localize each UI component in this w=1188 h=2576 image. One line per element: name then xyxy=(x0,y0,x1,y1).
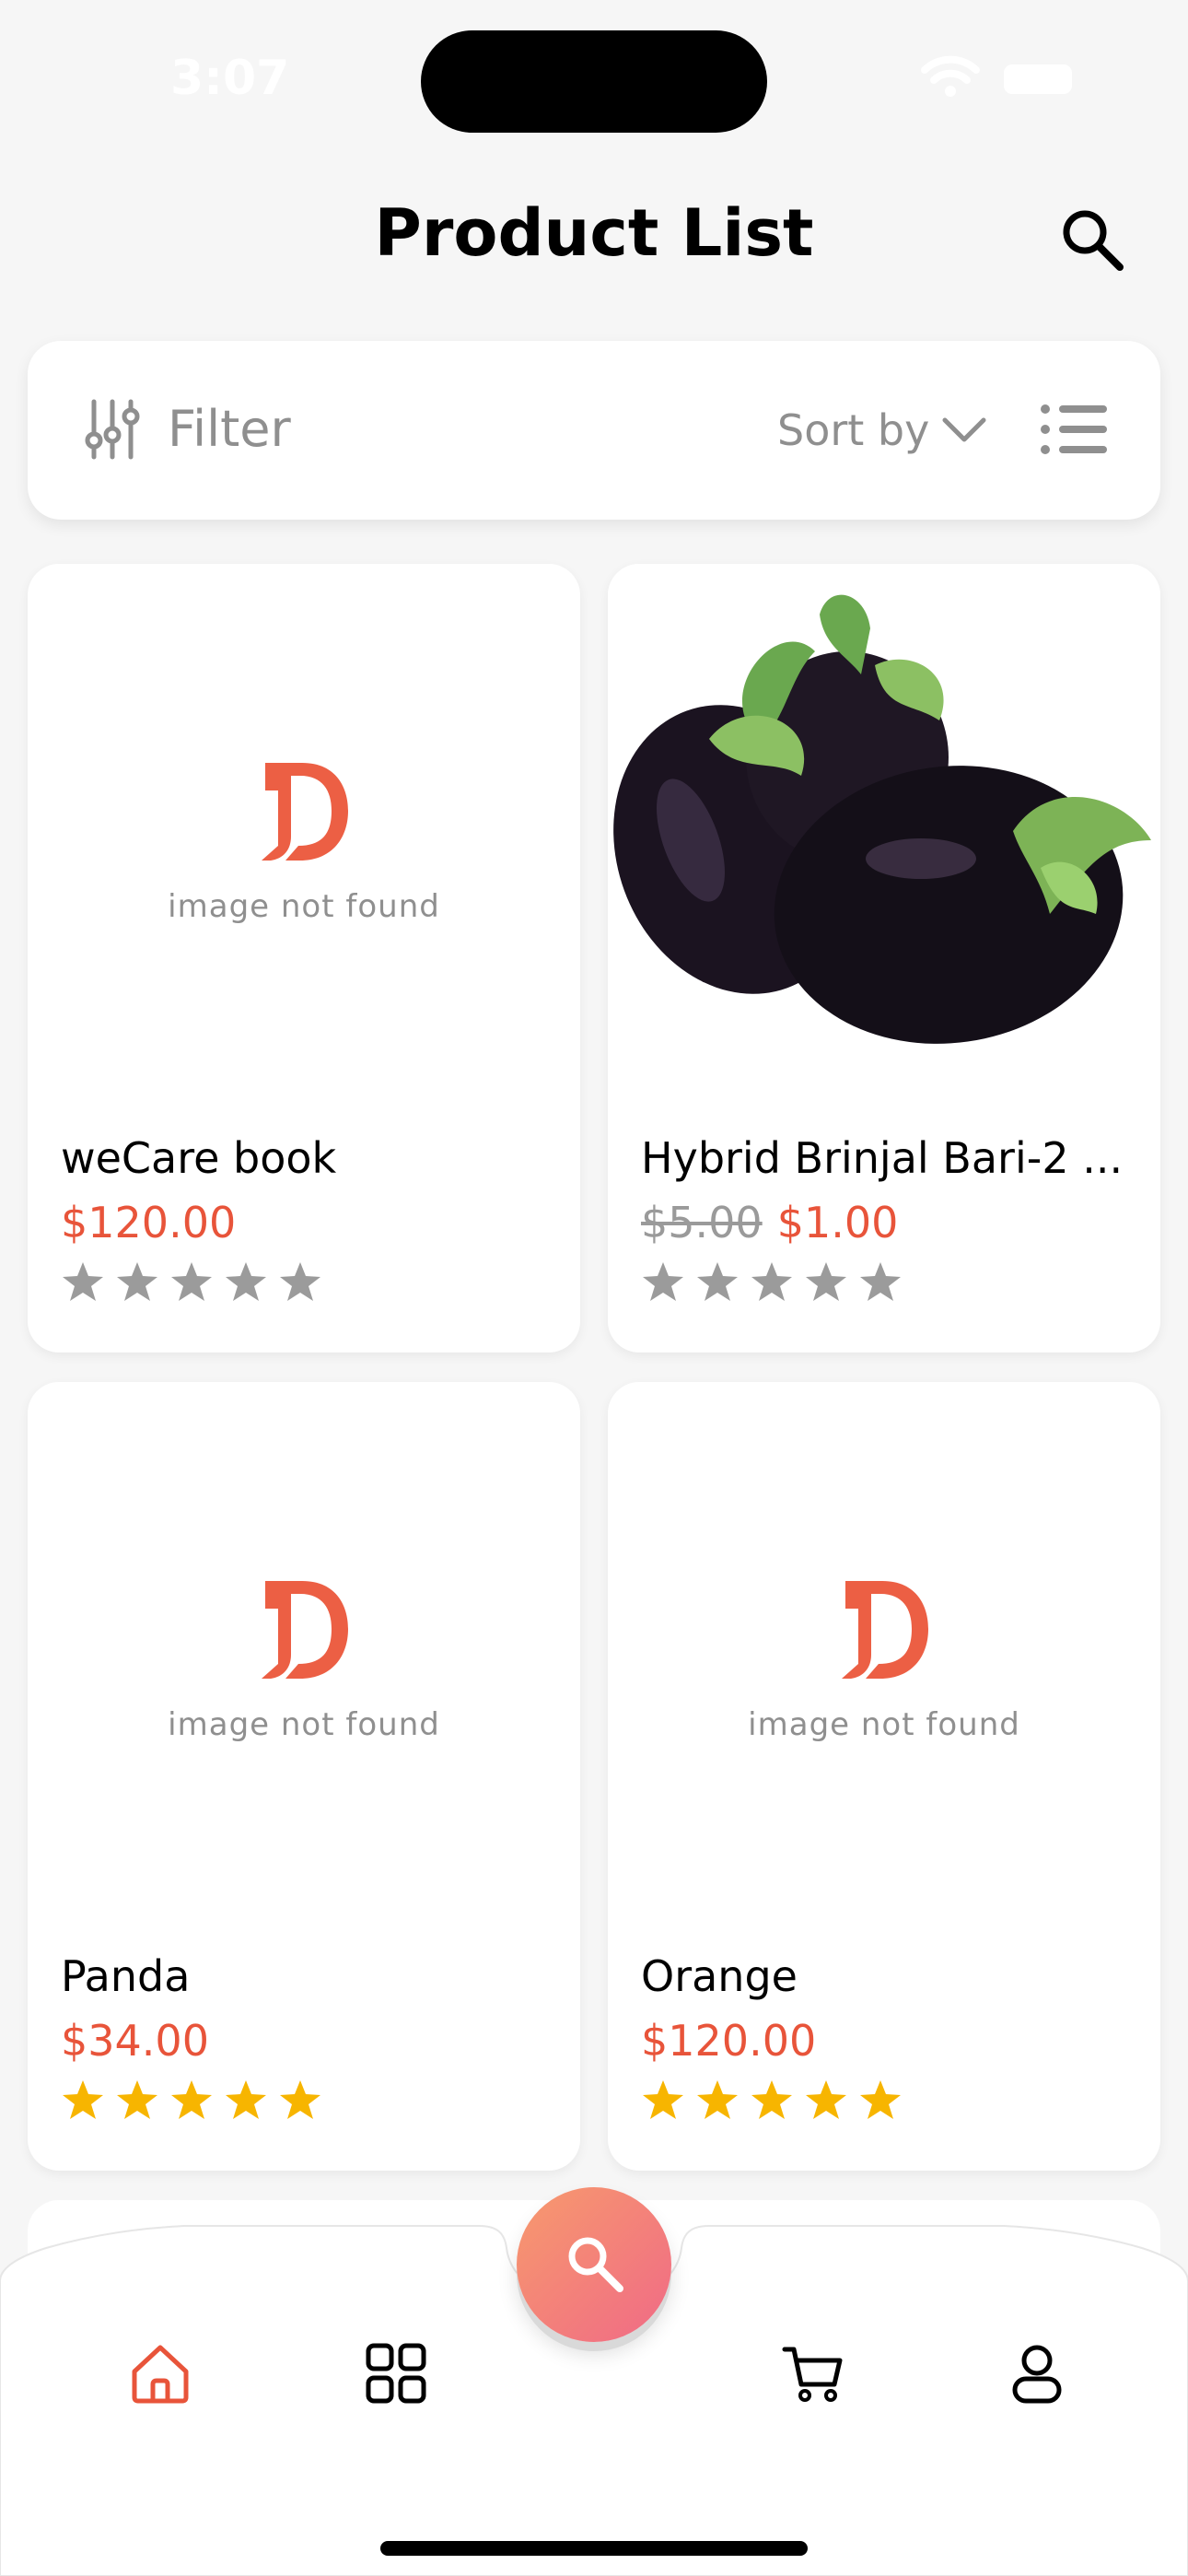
search-icon xyxy=(568,2237,623,2292)
star-empty-icon xyxy=(226,1262,266,1301)
star-filled-icon xyxy=(643,2080,683,2119)
star-empty-icon xyxy=(751,1262,792,1301)
product-image xyxy=(608,564,1160,1080)
star-empty-icon xyxy=(860,1262,901,1301)
dynamic-island xyxy=(421,30,767,133)
product-price: $1.00 xyxy=(776,1198,899,1247)
chevron-down-icon[interactable] xyxy=(939,411,989,448)
product-name: Orange xyxy=(641,1951,798,2001)
price-row: $120.00 xyxy=(641,2016,816,2066)
image-not-found-text: image not found xyxy=(748,1706,1020,1743)
product-name: Hybrid Brinjal Bari-2 ... xyxy=(641,1133,1124,1183)
filter-bar: Filter Sort by xyxy=(28,341,1160,520)
product-price: $120.00 xyxy=(641,2016,817,2066)
product-card[interactable]: image not found Orange $120.00 xyxy=(608,1382,1160,2171)
brand-logo-icon xyxy=(842,1581,928,1679)
star-filled-icon xyxy=(226,2080,266,2119)
profile-icon[interactable] xyxy=(1004,2340,1070,2406)
star-empty-icon xyxy=(171,1262,212,1301)
grid-icon[interactable] xyxy=(363,2340,429,2406)
image-placeholder: image not found xyxy=(608,1382,1160,1898)
product-card[interactable]: image not found Panda $34.00 xyxy=(28,1382,580,2171)
image-not-found-text: image not found xyxy=(168,888,440,925)
product-card[interactable]: Hybrid Brinjal Bari-2 ... $5.00 $1.00 xyxy=(608,564,1160,1352)
star-filled-icon xyxy=(171,2080,212,2119)
image-not-found-text: image not found xyxy=(168,1706,440,1743)
filter-sliders-icon[interactable] xyxy=(85,398,140,461)
star-filled-icon xyxy=(63,2080,103,2119)
rating-stars xyxy=(641,1260,913,1306)
home-icon[interactable] xyxy=(127,2340,193,2406)
star-empty-icon xyxy=(280,1262,320,1301)
product-card[interactable]: image not found weCare book $120.00 xyxy=(28,564,580,1352)
star-filled-icon xyxy=(697,2080,738,2119)
star-filled-icon xyxy=(751,2080,792,2119)
original-price: $5.00 xyxy=(641,1198,763,1247)
star-filled-icon xyxy=(806,2080,846,2119)
star-empty-icon xyxy=(643,1262,683,1301)
search-fab-button[interactable] xyxy=(517,2187,671,2342)
search-icon[interactable] xyxy=(1059,206,1125,273)
status-time: 3:07 xyxy=(170,51,290,106)
star-empty-icon xyxy=(697,1262,738,1301)
image-placeholder: image not found xyxy=(28,564,580,1080)
product-name: Panda xyxy=(61,1951,191,2001)
star-filled-icon xyxy=(117,2080,157,2119)
star-filled-icon xyxy=(860,2080,901,2119)
wifi-icon xyxy=(921,55,980,97)
product-price: $120.00 xyxy=(61,1198,237,1247)
cart-icon[interactable] xyxy=(781,2340,847,2406)
star-empty-icon xyxy=(117,1262,157,1301)
price-row: $120.00 xyxy=(61,1198,236,1247)
product-name: weCare book xyxy=(61,1133,337,1183)
star-empty-icon xyxy=(806,1262,846,1301)
rating-stars xyxy=(61,2078,332,2125)
page-title: Product List xyxy=(374,195,814,271)
list-view-icon[interactable] xyxy=(1039,402,1109,457)
home-indicator xyxy=(380,2541,808,2556)
rating-stars xyxy=(61,1260,332,1306)
star-filled-icon xyxy=(280,2080,320,2119)
price-row: $34.00 xyxy=(61,2016,209,2066)
brand-logo-icon xyxy=(262,1581,348,1679)
price-row: $5.00 $1.00 xyxy=(641,1198,898,1247)
battery-icon xyxy=(1004,64,1072,94)
filter-button[interactable]: Filter xyxy=(168,400,291,458)
product-price: $34.00 xyxy=(61,2016,209,2066)
sort-by-button[interactable]: Sort by xyxy=(777,405,929,455)
image-placeholder: image not found xyxy=(28,1382,580,1898)
star-empty-icon xyxy=(63,1262,103,1301)
rating-stars xyxy=(641,2078,913,2125)
brand-logo-icon xyxy=(262,763,348,861)
